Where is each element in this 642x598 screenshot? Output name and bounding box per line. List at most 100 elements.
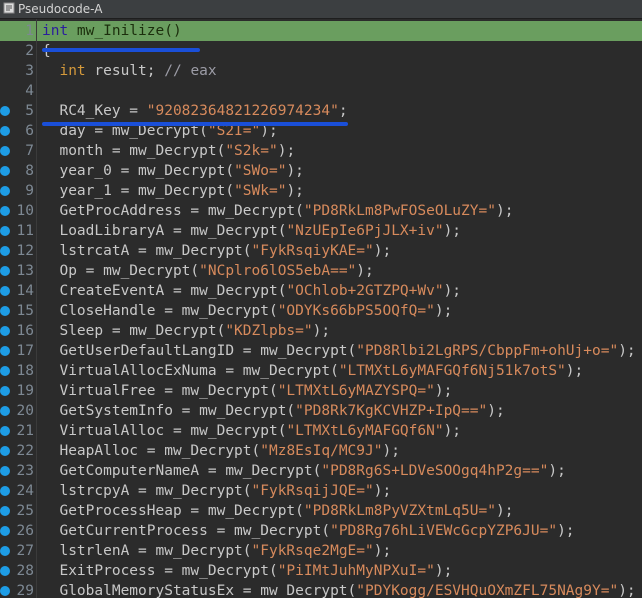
code-token: ); [434,383,453,399]
code-line[interactable]: 15 CloseHandle = mw_Decrypt("ODYKs66bPS5… [0,301,642,321]
breakpoint-dot-icon[interactable] [0,426,10,436]
code-token: ); [495,503,514,519]
breakpoint-dot-icon[interactable] [0,326,10,336]
breakpoint-dot-icon[interactable] [0,146,10,156]
code-line[interactable]: 20 GetSystemInfo = mw_Decrypt("PD8Rk7KgK… [0,401,642,421]
code-text: lstrcpyA = mw_Decrypt("FykRsqijJQE="); [42,481,391,501]
code-line[interactable]: 29 GlobalMemoryStatusEx = mw_Decrypt("PD… [0,581,642,598]
code-line[interactable]: 1 int mw_Inilize() [0,21,642,41]
breakpoint-dot-icon[interactable] [0,446,10,456]
breakpoint-dot-icon[interactable] [0,366,10,376]
code-token: ); [548,463,566,479]
code-token: VirtualFree = mw_Decrypt( [42,383,278,399]
code-token: ; [338,103,348,119]
code-token: ); [373,543,392,559]
code-line[interactable]: 3 int result; // eax [0,61,642,81]
code-token: ); [618,343,636,359]
breakpoint-dot-icon[interactable] [0,466,10,476]
string-token: "92082364821226974234" [146,103,339,119]
code-line[interactable]: 12 lstrcatA = mw_Decrypt("FykRsqiyKAE=")… [0,241,642,261]
line-number: 9 [25,183,34,199]
string-token: "ODYKs66bPS5OQfQ=" [277,303,435,319]
code-text: GetComputerNameA = mw_Decrypt("PD8Rg6S+L… [42,461,566,481]
breakpoint-dot-icon[interactable] [0,286,10,296]
line-number: 3 [25,63,34,79]
code-line[interactable]: 8 year_0 = mw_Decrypt("SWo="); [0,161,642,181]
line-number: 4 [25,83,34,99]
code-line[interactable]: 27 lstrlenA = mw_Decrypt("FykRsqe2MgE=")… [0,541,642,561]
code-token: CreateEventA = mw_Decrypt( [42,283,287,299]
breakpoint-dot-icon[interactable] [0,306,10,316]
code-line[interactable]: 23 GetComputerNameA = mw_Decrypt("PD8Rg6… [0,461,642,481]
code-token: lstrcatA = mw_Decrypt( [42,243,252,259]
code-token: lstrcpyA = mw_Decrypt( [42,483,252,499]
breakpoint-dot-icon[interactable] [0,486,10,496]
breakpoint-dot-icon[interactable] [0,546,10,556]
breakpoint-dot-icon[interactable] [0,266,10,276]
code-line[interactable]: 18 VirtualAllocExNuma = mw_Decrypt("LTMX… [0,361,642,381]
code-line[interactable]: 17 GetUserDefaultLangID = mw_Decrypt("PD… [0,341,642,361]
code-line[interactable]: 21 VirtualAlloc = mw_Decrypt("LTMXtL6yMA… [0,421,642,441]
code-token: ); [286,183,304,199]
code-line[interactable]: 10 GetProcAddress = mw_Decrypt("PD8RkLm8… [0,201,642,221]
line-number: 25 [16,503,34,519]
code-line[interactable]: 26 GetCurrentProcess = mw_Decrypt("PD8Rg… [0,521,642,541]
breakpoint-dot-icon[interactable] [0,406,10,416]
breakpoint-dot-icon[interactable] [0,126,10,136]
breakpoint-dot-icon[interactable] [0,206,10,216]
code-text: int result; // eax [42,61,217,81]
code-line[interactable]: 16 Sleep = mw_Decrypt("KDZlpbs="); [0,321,642,341]
code-line[interactable]: 24 lstrcpyA = mw_Decrypt("FykRsqijJQE=")… [0,481,642,501]
code-token: ); [277,143,296,159]
code-text: GetCurrentProcess = mw_Decrypt("PD8Rg76h… [42,521,574,541]
breakpoint-dot-icon[interactable] [0,526,10,536]
annotation-underline-function [42,48,200,52]
code-text: ExitProcess = mw_Decrypt("PiIMtJuhMyNPXu… [42,561,452,581]
code-line[interactable]: 4 [0,81,642,101]
code-token: ); [618,583,636,598]
string-token: "SWo=" [234,163,287,179]
code-text: GetSystemInfo = mw_Decrypt("PD8Rk7KgKCVH… [42,401,504,421]
code-line[interactable]: 14 CreateEventA = mw_Decrypt("OChlob+2GT… [0,281,642,301]
code-line[interactable]: 22 HeapAlloc = mw_Decrypt("Mz8EsIq/MC9J"… [0,441,642,461]
breakpoint-dot-icon[interactable] [0,246,10,256]
breakpoint-dot-icon[interactable] [0,386,10,396]
comment-token: // eax [164,63,217,79]
code-token: ); [373,243,392,259]
code-text: GetProcAddress = mw_Decrypt("PD8RkLm8PwF… [42,201,513,221]
code-line[interactable]: 5 RC4_Key = "92082364821226974234"; [0,101,642,121]
code-line[interactable]: 7 month = mw_Decrypt("S2k="); [0,141,642,161]
line-number: 26 [16,523,34,539]
code-line[interactable]: 9 year_1 = mw_Decrypt("SWk="); [0,181,642,201]
breakpoint-dot-icon[interactable] [0,586,10,596]
gutter-divider [36,19,37,598]
line-number: 11 [16,223,34,239]
code-text: year_0 = mw_Decrypt("SWo="); [42,161,303,181]
string-token: "FykRsqiyKAE=" [251,243,374,259]
code-line[interactable]: 19 VirtualFree = mw_Decrypt("LTMXtL6yMAZ… [0,381,642,401]
window-titlebar: Pseudocode-A [0,0,642,19]
breakpoint-dot-icon[interactable] [0,566,10,576]
code-text: int mw_Inilize() [42,21,182,41]
line-number: 22 [16,443,34,459]
code-line[interactable]: 28 ExitProcess = mw_Decrypt("PiIMtJuhMyN… [0,561,642,581]
pseudocode-editor[interactable]: 1int mw_Inilize()2{3 int result; // eax4… [0,19,642,598]
code-token: GetUserDefaultLangID = mw_Decrypt( [42,343,357,359]
breakpoint-dot-icon[interactable] [0,186,10,196]
line-number: 2 [25,43,34,59]
string-token: "NzUEpIe6PjJLX+iv" [286,223,444,239]
code-token: year_1 = mw_Decrypt( [42,183,235,199]
line-number: 23 [16,463,34,479]
annotation-underline-rc4-key [42,122,348,126]
code-text: HeapAlloc = mw_Decrypt("Mz8EsIq/MC9J"); [42,441,399,461]
string-token: "PD8Rg76hLiVEWcGcpYZP6JU=" [330,523,558,539]
breakpoint-dot-icon[interactable] [0,166,10,176]
breakpoint-dot-icon[interactable] [0,506,10,516]
code-line[interactable]: 25 GetProcessHeap = mw_Decrypt("PD8RkLm8… [0,501,642,521]
breakpoint-dot-icon[interactable] [0,106,10,116]
code-line[interactable]: 13 Op = mw_Decrypt("NCplro6lOS5ebA=="); [0,261,642,281]
breakpoint-dot-icon[interactable] [0,226,10,236]
code-text: GlobalMemoryStatusEx = mw_Decrypt("PDYKo… [42,581,636,598]
breakpoint-dot-icon[interactable] [0,346,10,356]
code-line[interactable]: 11 LoadLibraryA = mw_Decrypt("NzUEpIe6Pj… [0,221,642,241]
